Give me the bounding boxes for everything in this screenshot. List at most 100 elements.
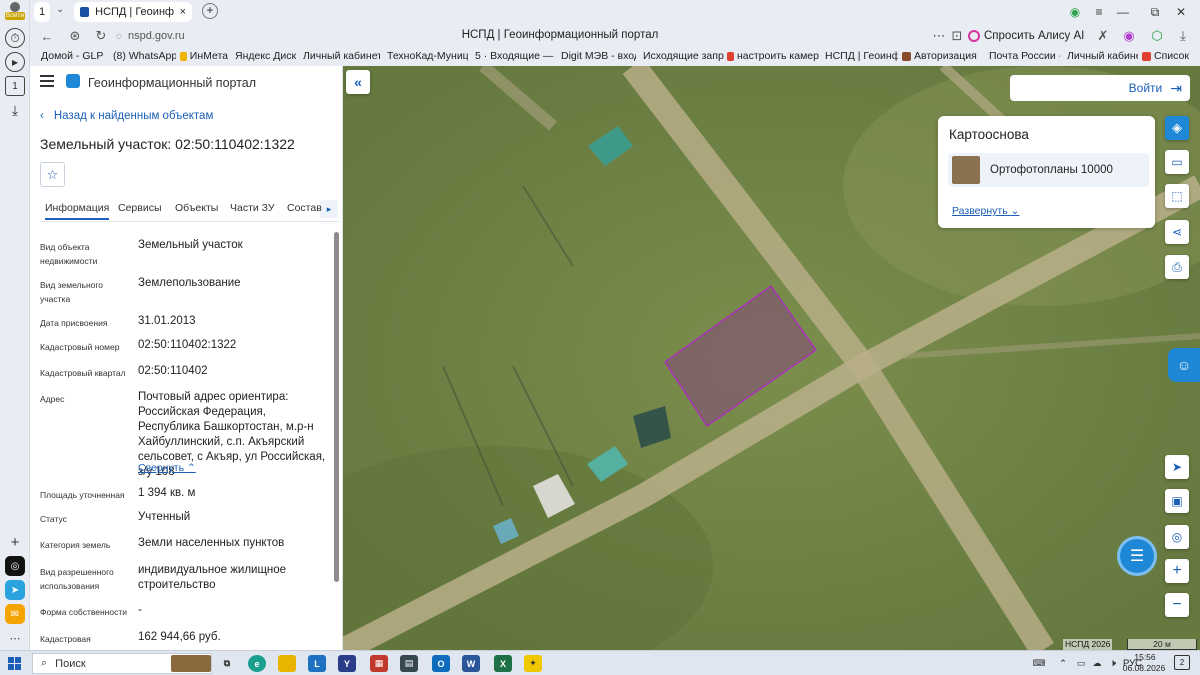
extension-badge-icon[interactable]: ⬡ (1148, 27, 1166, 45)
tab-list-chevron-icon[interactable]: ⌄ (56, 4, 64, 15)
keyboard-icon[interactable]: ⌨ (1030, 655, 1048, 672)
bookmark-item[interactable]: Яндекс Диск (232, 50, 296, 62)
attribute-label: Кадастровая стоимость (40, 634, 91, 650)
select-area-button[interactable]: ⬚ (1165, 184, 1189, 208)
locate-button[interactable]: ◎ (1165, 525, 1189, 549)
attribute-label: Вид земельного участка (40, 280, 104, 304)
select-icon: ⬚ (1171, 189, 1183, 203)
chatgpt-icon[interactable]: ◎ (5, 556, 25, 576)
extension-icon[interactable]: ◉ (1064, 3, 1086, 21)
back-icon[interactable]: ← (38, 27, 56, 45)
login-button[interactable]: Войти ⇥ (1010, 75, 1190, 101)
media-icon[interactable]: ▸ (5, 52, 25, 72)
collapse-panel-button[interactable]: « (346, 70, 370, 94)
task-view-icon[interactable]: ⧉ (218, 655, 236, 672)
reload-icon[interactable]: ↻ (92, 27, 110, 45)
tabs-count-icon[interactable]: 1 (5, 76, 25, 96)
downloads-button-icon[interactable]: ⤓ (1174, 27, 1192, 45)
minimize-icon[interactable]: — (1112, 3, 1134, 21)
notification-center-icon[interactable]: 2 (1174, 655, 1190, 670)
basemap-layer-label: Ортофотопланы 10000 (990, 164, 1113, 176)
tab-2[interactable]: Объекты (175, 202, 218, 214)
bookmark-item[interactable]: (8) WhatsApp (110, 50, 176, 62)
bookmark-label: Исходящие запро (643, 50, 724, 62)
bookmark-item[interactable]: Список (1142, 50, 1192, 62)
menu-icon[interactable]: ≡ (1088, 3, 1110, 21)
tab-1[interactable]: Сервисы (118, 202, 162, 214)
my-location-button[interactable]: ➤ (1165, 455, 1189, 479)
bookmark-label: Домой - GLPI (41, 50, 104, 62)
bookmark-item[interactable]: 5 · Входящие — Я (472, 50, 554, 62)
double-chevron-left-icon: « (354, 74, 362, 90)
edge-icon[interactable]: e (248, 655, 266, 672)
history-icon[interactable]: ⏱ (5, 28, 25, 48)
more-actions-icon[interactable]: ⋯ (930, 27, 948, 45)
lync-icon[interactable]: L (308, 655, 326, 672)
tab-3[interactable]: Части ЗУ (230, 202, 275, 214)
assistant-side-button[interactable]: ☺ (1168, 348, 1200, 382)
minimap-button[interactable]: ▣ (1165, 489, 1189, 513)
app-icon[interactable]: ✦ (524, 655, 542, 672)
tab-group-count[interactable]: 1 (34, 2, 50, 22)
explorer-icon[interactable] (278, 655, 296, 672)
attribute-value: 162 944,66 руб. (138, 631, 221, 643)
chat-button[interactable]: ☰ (1117, 536, 1157, 576)
more-icon[interactable]: ⋯ (5, 628, 25, 648)
alice-extension-icon[interactable]: ◉ (1120, 27, 1138, 45)
word-icon[interactable]: W (462, 655, 480, 672)
bookmark-item[interactable]: Исходящие запро (640, 50, 724, 62)
bookmark-icon[interactable]: ⊡ (948, 27, 966, 45)
protect-icon[interactable]: ⊛ (66, 27, 84, 45)
start-button[interactable] (8, 657, 21, 670)
bookmark-label: 5 · Входящие — Я (475, 50, 554, 62)
clock[interactable]: 15:56 06.08.2026 (1123, 652, 1166, 674)
bookmark-label: Digit МЭВ - вход (561, 50, 636, 62)
tab-0[interactable]: Информация (45, 202, 110, 220)
map-view[interactable]: « Войти ⇥ Картооснова Ортофотопланы 1000… (343, 66, 1200, 650)
downloads-icon[interactable]: ⤓ (5, 100, 25, 120)
calendar-icon[interactable]: ▦ (370, 655, 388, 672)
attribute-value: Земельный участок (138, 239, 243, 251)
telegram-icon[interactable]: ➤ (5, 580, 25, 600)
yandex-browser-icon[interactable]: Y (338, 655, 356, 672)
bookmark-item[interactable]: настроить камер (727, 50, 819, 62)
restore-icon[interactable]: ⧉ (1144, 3, 1166, 21)
share-button[interactable]: ⋖ (1165, 220, 1189, 244)
zoom-out-button[interactable]: − (1165, 593, 1189, 617)
taskbar-search[interactable]: ⌕ Поиск (32, 653, 212, 674)
close-window-icon[interactable]: ✕ (1170, 3, 1192, 21)
outlook-icon[interactable]: O (432, 655, 450, 672)
bookmark-item[interactable]: Домой - GLPI (38, 50, 104, 62)
bookmark-item[interactable]: Авторизация (902, 50, 982, 62)
layers-button[interactable]: ◈ (1165, 116, 1189, 140)
tray-expand-icon[interactable]: ⌃ (1054, 655, 1072, 672)
ask-alice-button[interactable]: Спросить Алису AI (968, 27, 1084, 45)
attribute-label: Вид разрешенного использования (40, 567, 114, 591)
clock-time: 15:56 (1134, 652, 1156, 662)
bookmark-item[interactable]: ИнМета (180, 50, 228, 62)
tab-close-icon[interactable]: × (180, 6, 186, 18)
tab-4[interactable]: Состав (287, 202, 322, 214)
expand-basemap-link[interactable]: Развернуть ⌄ (952, 205, 1019, 217)
measure-button[interactable]: ▭ (1165, 150, 1189, 174)
bookmark-item[interactable]: Личный кабинет (1064, 50, 1138, 62)
new-tab-button[interactable]: + (202, 3, 218, 19)
bookmark-item[interactable]: Личный кабинет (300, 50, 380, 62)
add-panel-icon[interactable]: + (5, 532, 25, 552)
mail-icon[interactable]: ✉ (5, 604, 25, 624)
print-button[interactable]: ⎙ (1165, 255, 1189, 279)
bookmark-item[interactable]: НСПД | Геоинфор (822, 50, 898, 62)
basemap-layer-option[interactable]: Ортофотопланы 10000 (948, 153, 1149, 187)
calculator-icon[interactable]: ▤ (400, 655, 418, 672)
tab-nspd[interactable]: НСПД | Геоинформацио × (74, 2, 192, 22)
attribute-list: Вид объекта недвижимости Земельный участо… (30, 66, 342, 650)
zoom-in-button[interactable]: + (1165, 559, 1189, 583)
profile-button[interactable]: Войти (4, 2, 26, 22)
attribute-label: Категория земель (40, 540, 111, 550)
bookmark-item[interactable]: Почта России - М (986, 50, 1060, 62)
bookmark-item[interactable]: Digit МЭВ - вход (558, 50, 636, 62)
tools-icon[interactable]: ✗ (1094, 27, 1112, 45)
excel-icon[interactable]: X (494, 655, 512, 672)
bookmark-item[interactable]: ТехноКад-Муници (384, 50, 468, 62)
collapse-address-link[interactable]: Свернуть ⌃ (138, 462, 196, 474)
